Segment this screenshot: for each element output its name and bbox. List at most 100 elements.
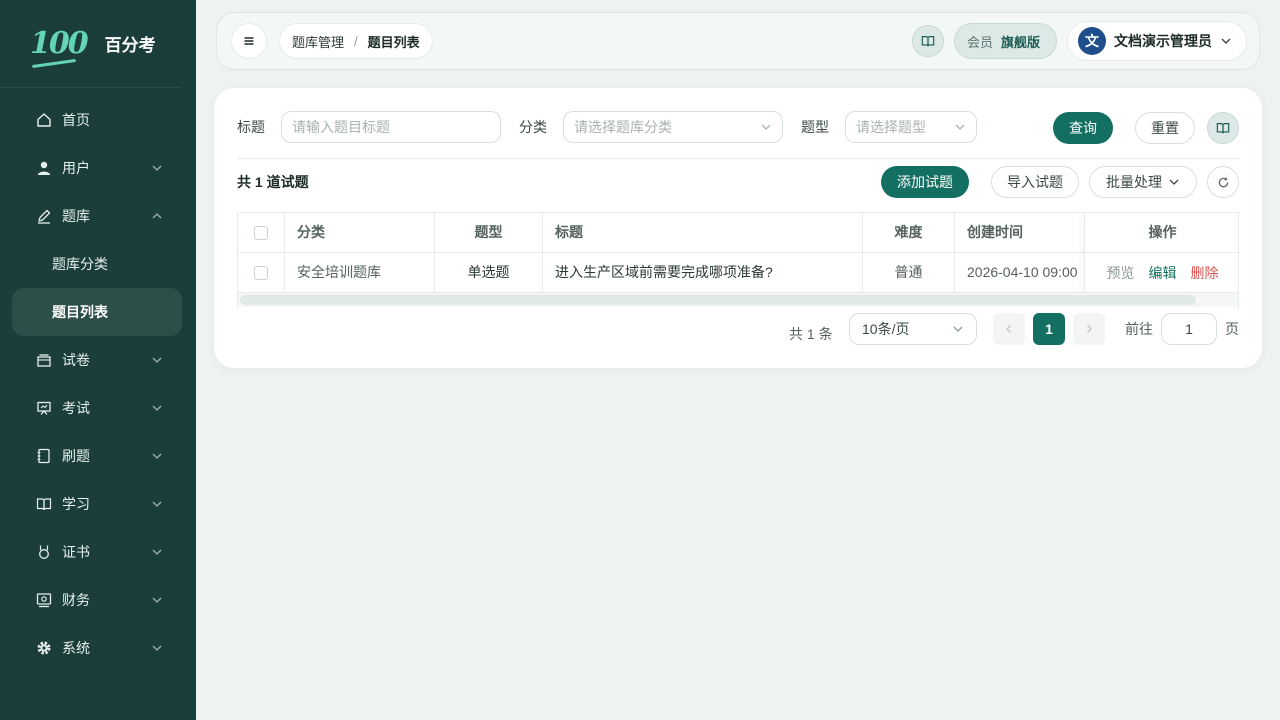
add-question-button[interactable]: 添加试题 [881, 166, 969, 198]
sidebar-subitem-label: 题库分类 [52, 256, 108, 272]
menu-icon [243, 35, 255, 47]
filter-divider [237, 158, 1239, 159]
pen-icon [36, 208, 52, 224]
chevron-down-icon [152, 547, 162, 557]
delete-link[interactable]: 删除 [1191, 263, 1219, 283]
sidebar-item-finance[interactable]: 财务 [0, 576, 196, 624]
sidebar-item-study[interactable]: 学习 [0, 480, 196, 528]
select-all-checkbox[interactable] [254, 226, 268, 241]
user-menu[interactable]: 文 文档演示管理员 [1067, 21, 1247, 61]
title-search-input[interactable]: 请输入题目标题 [281, 111, 501, 143]
chevron-down-icon [152, 451, 162, 461]
chevron-right-icon [1084, 324, 1094, 334]
question-count: 共 1 道试题 [237, 174, 309, 190]
finance-icon [36, 592, 52, 608]
reset-button[interactable]: 重置 [1135, 112, 1195, 144]
goto-page-input[interactable]: 1 [1161, 313, 1217, 345]
chevron-down-icon [152, 499, 162, 509]
sidebar-item-certificate[interactable]: 证书 [0, 528, 196, 576]
import-question-button[interactable]: 导入试题 [991, 166, 1079, 198]
chevron-down-icon [152, 355, 162, 365]
edit-link[interactable]: 编辑 [1149, 263, 1177, 283]
row-checkbox[interactable] [254, 266, 268, 281]
membership-badge[interactable]: 会员 旗舰版 [953, 23, 1057, 59]
cell-category: 安全培训题库 [285, 253, 435, 292]
cell-title: 进入生产区域前需要完成哪项准备? [543, 253, 863, 292]
chevron-down-icon [152, 403, 162, 413]
horizontal-scrollbar[interactable] [240, 295, 1196, 305]
chevron-down-icon [952, 323, 964, 335]
notebook-icon [36, 448, 52, 464]
filter-bar: 标题 请输入题目标题 分类 请选择题库分类 题型 请选择题型 查询 重置 [237, 111, 1239, 145]
type-select-placeholder: 请选择题型 [856, 119, 926, 135]
category-select[interactable]: 请选择题库分类 [563, 111, 783, 143]
docs-button[interactable] [911, 25, 944, 57]
sidebar-item-exam[interactable]: 考试 [0, 384, 196, 432]
sidebar-item-label: 证书 [62, 544, 90, 560]
sidebar-item-question-bank[interactable]: 题库 [0, 192, 196, 240]
book-open-icon [36, 496, 52, 512]
book-open-icon [1216, 121, 1230, 135]
menu-toggle-button[interactable] [231, 23, 267, 59]
sidebar-item-label: 学习 [62, 496, 90, 512]
column-header-difficulty: 难度 [863, 213, 955, 252]
page-size-value: 10条/页 [862, 321, 910, 337]
presentation-icon [36, 400, 52, 416]
sidebar-subitem-bank-category[interactable]: 题库分类 [0, 240, 196, 288]
sidebar-item-practice[interactable]: 刷题 [0, 432, 196, 480]
chevron-down-icon [152, 163, 162, 173]
medal-icon [36, 544, 52, 560]
column-header-title: 标题 [543, 213, 863, 252]
sidebar-item-label: 题库 [62, 208, 90, 224]
membership-level: 旗舰版 [1000, 34, 1040, 50]
cell-difficulty: 普通 [863, 253, 955, 292]
sidebar-item-label: 首页 [62, 112, 90, 128]
sidebar-item-home[interactable]: 首页 [0, 96, 196, 144]
sidebar-item-label: 财务 [62, 592, 90, 608]
breadcrumb: 题库管理 / 题目列表 [279, 23, 433, 59]
sidebar-item-label: 试卷 [62, 352, 90, 368]
next-page-button[interactable] [1073, 313, 1105, 345]
chevron-down-icon [152, 643, 162, 653]
sidebar-subitem-label: 题目列表 [52, 304, 108, 320]
brand-name: 百分考 [104, 36, 156, 55]
chevron-down-icon [1168, 176, 1180, 188]
category-filter-label: 分类 [519, 119, 547, 135]
sidebar-subitem-question-list[interactable]: 题目列表 [12, 288, 182, 336]
home-icon [36, 112, 52, 128]
sidebar-item-paper[interactable]: 试卷 [0, 336, 196, 384]
refresh-button[interactable] [1207, 166, 1239, 198]
goto-suffix: 页 [1225, 321, 1239, 337]
chevron-down-icon [152, 595, 162, 605]
breadcrumb-separator: / [354, 33, 358, 49]
type-select[interactable]: 请选择题型 [845, 111, 977, 143]
help-docs-button[interactable] [1207, 112, 1239, 144]
title-filter-label: 标题 [237, 119, 265, 135]
pagination-total: 共 1 条 [789, 326, 833, 342]
search-button[interactable]: 查询 [1053, 112, 1113, 144]
breadcrumb-item[interactable]: 题库管理 [292, 32, 344, 51]
title-search-placeholder: 请输入题目标题 [292, 119, 390, 135]
column-header-category: 分类 [285, 213, 435, 252]
batch-action-label: 批量处理 [1106, 174, 1162, 190]
batch-action-dropdown[interactable]: 批量处理 [1089, 166, 1197, 198]
prev-page-button[interactable] [993, 313, 1025, 345]
row-actions: 预览 编辑 删除 [1085, 253, 1238, 293]
inbox-icon [36, 352, 52, 368]
sidebar: 100 百分考 首页 用户 题库 题库分类 题目列表 试卷 考试 刷题 学习 证… [0, 0, 196, 720]
user-name: 文档演示管理员 [1114, 33, 1212, 49]
chevron-down-icon [1220, 35, 1232, 47]
sidebar-item-label: 考试 [62, 400, 90, 416]
page-size-select[interactable]: 10条/页 [849, 313, 977, 345]
sidebar-item-label: 系统 [62, 640, 90, 656]
brand-logo[interactable]: 100 百分考 [0, 0, 180, 88]
page-number-button[interactable]: 1 [1033, 313, 1065, 345]
logo-mark: 100 [30, 25, 89, 61]
preview-link[interactable]: 预览 [1107, 263, 1135, 283]
select-all-cell [238, 213, 285, 252]
chevron-down-icon [954, 121, 966, 133]
sidebar-item-system[interactable]: 系统 [0, 624, 196, 672]
membership-label: 会员 [966, 34, 993, 50]
sidebar-nav: 首页 用户 题库 题库分类 题目列表 试卷 考试 刷题 学习 证书 财务 系统 [0, 88, 196, 672]
sidebar-item-user[interactable]: 用户 [0, 144, 196, 192]
